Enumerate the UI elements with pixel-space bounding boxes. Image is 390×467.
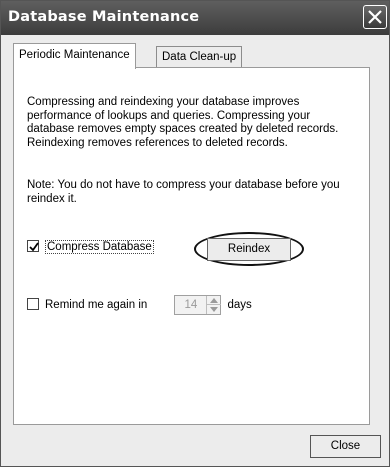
compress-database-checkbox[interactable] (27, 240, 39, 252)
remind-me-checkbox[interactable] (27, 298, 39, 311)
checkmark-icon (29, 242, 39, 252)
window-title: Database Maintenance (8, 9, 200, 25)
spinner-up-button[interactable] (207, 296, 222, 305)
reindex-highlight: Reindex (194, 232, 304, 266)
remind-days-spinner[interactable]: 14 (174, 295, 222, 315)
close-button[interactable]: Close (310, 435, 381, 458)
remind-row: Remind me again in 14 days (27, 295, 252, 315)
spinner-down-button[interactable] (207, 305, 221, 314)
chevron-up-icon (210, 298, 219, 303)
close-window-button[interactable] (363, 5, 387, 29)
remind-days-value: 14 (184, 299, 198, 311)
compress-database-label[interactable]: Compress Database (45, 240, 154, 254)
chevron-down-icon (210, 307, 219, 312)
note-text: Note: You do not have to compress your d… (27, 179, 340, 205)
reindex-button[interactable]: Reindex (207, 238, 291, 261)
description-text: Compressing and reindexing your database… (27, 96, 339, 149)
compress-database-row: Compress Database (27, 240, 154, 254)
remind-me-label[interactable]: Remind me again in (45, 299, 147, 311)
spinner-arrows (206, 296, 222, 314)
tab-data-clean-up[interactable]: Data Clean-up (156, 46, 243, 68)
remind-unit-label: days (227, 299, 252, 312)
title-bar: Database Maintenance (1, 1, 389, 35)
tab-periodic-maintenance[interactable]: Periodic Maintenance (13, 43, 136, 69)
periodic-maintenance-panel: Compressing and reindexing your database… (13, 67, 370, 425)
close-icon (368, 10, 382, 24)
database-maintenance-dialog: Database Maintenance Periodic Maintenanc… (0, 0, 390, 467)
